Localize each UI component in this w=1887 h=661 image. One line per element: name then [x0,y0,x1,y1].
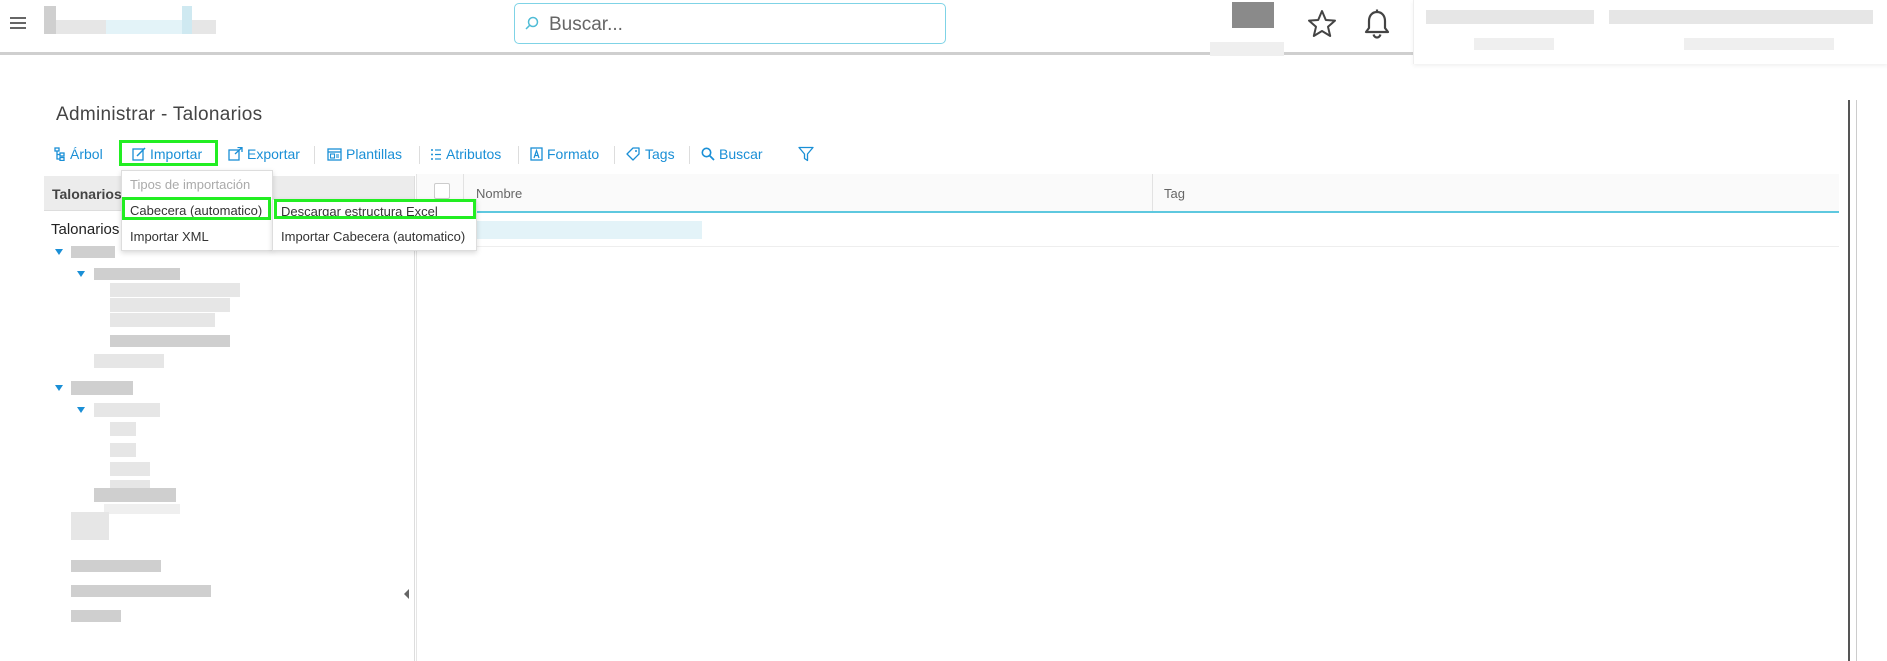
plantillas-button[interactable]: Plantillas [327,140,402,168]
search-icon [525,16,539,30]
toolbar-divider [419,146,420,164]
descargar-highlight [274,199,476,219]
tree-panel-title: Talonarios [52,186,122,202]
toolbar-divider [689,146,690,164]
tree-item[interactable] [94,354,164,368]
tree-caret[interactable] [55,385,63,391]
table-row[interactable] [417,213,1839,247]
tree-item[interactable] [104,504,180,514]
star-icon[interactable] [1306,8,1338,40]
tree-root[interactable]: Talonarios [51,221,119,238]
buscar-button[interactable]: Buscar [701,140,763,168]
filter-icon [798,146,814,162]
menu-item-importar-cabecera[interactable]: Importar Cabecera (automatico) [281,229,465,244]
template-icon [327,147,342,161]
menu-item-importar-xml[interactable]: Importar XML [130,229,209,244]
tree-item[interactable] [110,462,150,476]
tree-item[interactable] [110,283,240,297]
atributos-button[interactable]: Atributos [430,140,501,168]
tree-item[interactable] [71,610,121,622]
page-title: Administrar - Talonarios [56,104,263,125]
tree-item[interactable] [110,443,136,457]
external-link-icon [228,147,243,161]
tree-item[interactable] [94,403,160,417]
importar-highlight [119,140,218,166]
menu-icon[interactable] [10,17,26,29]
tags-button[interactable]: Tags [626,140,675,168]
tree-item[interactable] [71,512,109,540]
user-panel[interactable] [1413,0,1887,64]
column-divider [1152,174,1153,211]
column-header-tag[interactable]: Tag [1164,186,1185,201]
search-icon [701,147,715,161]
tree-caret[interactable] [77,271,85,277]
tree-caret[interactable] [55,249,63,255]
cabecera-highlight [122,197,271,220]
filter-button[interactable] [798,140,818,168]
select-all-checkbox[interactable] [434,183,450,199]
tree-item[interactable] [110,422,136,436]
import-menu-header: Tipos de importación [130,177,251,192]
search-box[interactable] [514,3,946,44]
scrollbar[interactable] [1848,100,1850,661]
data-grid: Nombre Tag [416,174,1839,661]
tag-icon [626,147,640,161]
toolbar-divider [518,146,519,164]
grid-header: Nombre Tag [417,174,1839,213]
column-header-nombre[interactable]: Nombre [476,186,522,201]
toolbar-divider [314,146,315,164]
tree-caret[interactable] [77,407,85,413]
tree-item[interactable] [94,488,176,502]
arbol-button[interactable]: Árbol [54,140,103,168]
tree-item[interactable] [94,268,180,280]
bell-icon[interactable] [1362,8,1392,40]
tree-item[interactable] [71,560,161,572]
tree-item[interactable] [110,335,230,347]
tree-item[interactable] [71,585,211,597]
formato-button[interactable]: Formato [530,140,599,168]
format-icon [530,147,543,161]
tree-item[interactable] [110,313,215,327]
tree-item[interactable] [71,246,115,258]
tree-item[interactable] [71,381,133,395]
search-input[interactable] [547,10,931,40]
toolbar-divider [614,146,615,164]
collapse-panel-handle[interactable] [404,589,409,599]
tree-item[interactable] [110,298,230,312]
list-icon [431,148,441,160]
tree-icon [54,147,65,161]
exportar-button[interactable]: Exportar [228,140,300,168]
scrollbar-track [1856,100,1857,661]
